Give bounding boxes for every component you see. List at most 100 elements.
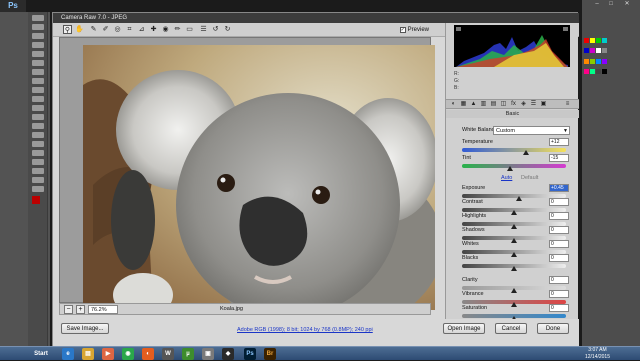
zoom-tool-icon[interactable]: ⚲ (63, 25, 72, 34)
tab-snapshots-icon[interactable]: ▣ (540, 101, 547, 108)
clarity-field[interactable]: 0 (549, 276, 569, 284)
whites-slider-thumb[interactable] (511, 252, 517, 257)
tool-hand-icon[interactable] (31, 177, 44, 183)
vibrance-slider-thumb[interactable] (511, 302, 517, 307)
clarity-slider-thumb[interactable] (511, 288, 517, 293)
utorrent-icon[interactable]: µ (182, 348, 194, 360)
tool-stamp-icon[interactable] (31, 87, 44, 93)
tab-camera-calibration-icon[interactable]: ◈ (520, 101, 527, 108)
image-preview-area[interactable] (59, 37, 435, 310)
whites-field[interactable]: 0 (549, 240, 569, 248)
tool-gradient-icon[interactable] (31, 114, 44, 120)
tool-pen-icon[interactable] (31, 141, 44, 147)
graduated-filter-icon[interactable]: ▭ (185, 25, 194, 34)
maximize-icon[interactable]: □ (606, 0, 616, 8)
done-button[interactable]: Done (537, 323, 569, 334)
foreground-color-swatch[interactable] (32, 196, 40, 204)
default-link[interactable]: Default (521, 175, 538, 181)
white-balance-select[interactable]: Custom ▼ (493, 126, 570, 135)
tool-brush-icon[interactable] (31, 78, 44, 84)
open-image-button[interactable]: Open Image (443, 323, 485, 334)
tool-history-brush-icon[interactable] (31, 96, 44, 102)
panel-menu-icon[interactable]: ≡ (564, 101, 571, 108)
tint-slider[interactable] (462, 164, 566, 168)
tool-path-select-icon[interactable] (31, 159, 44, 165)
photoshop-taskbar-icon[interactable]: Ps (244, 348, 256, 360)
tool-marquee-icon[interactable] (31, 24, 44, 30)
app-icon[interactable]: ◆ (222, 348, 234, 360)
tool-dodge-icon[interactable] (31, 132, 44, 138)
tint-slider-thumb[interactable] (506, 166, 513, 171)
highlights-slider-thumb[interactable] (511, 224, 517, 229)
auto-link[interactable]: Auto (501, 175, 512, 181)
straighten-tool-icon[interactable]: ⊿ (137, 25, 146, 34)
tab-split-toning-icon[interactable]: ▤ (490, 101, 497, 108)
tool-lasso-icon[interactable] (31, 33, 44, 39)
crop-tool-icon[interactable]: ⌗ (125, 25, 134, 34)
tool-blur-icon[interactable] (31, 123, 44, 129)
tool-heal-icon[interactable] (31, 69, 44, 75)
workflow-options-link[interactable]: Adobe RGB (1998); 8 bit; 1024 by 768 (0.… (237, 327, 373, 333)
blacks-slider-thumb[interactable] (511, 266, 517, 271)
rotate-left-icon[interactable]: ↺ (211, 25, 220, 34)
tab-detail-icon[interactable]: ▲ (470, 101, 477, 108)
contrast-field[interactable]: 0 (549, 198, 569, 206)
contrast-slider-thumb[interactable] (511, 210, 517, 215)
white-balance-tool-icon[interactable]: ✎ (89, 25, 98, 34)
save-image-button[interactable]: Save Image... (61, 323, 109, 334)
blacks-field[interactable]: 0 (549, 254, 569, 262)
preview-checkbox[interactable]: ✓ (399, 27, 406, 33)
tab-lens-icon[interactable]: ◫ (500, 101, 507, 108)
tab-tone-curve-icon[interactable]: ▦ (460, 101, 467, 108)
media-player-icon[interactable]: ▶ (102, 348, 114, 360)
tab-hsl-icon[interactable]: ▥ (480, 101, 487, 108)
tool-move-icon[interactable] (31, 15, 44, 21)
tool-eyedropper-icon[interactable] (31, 60, 44, 66)
exposure-slider-thumb[interactable] (516, 196, 523, 201)
color-sampler-icon[interactable]: ✐ (101, 25, 110, 34)
system-clock[interactable]: 3:07 AM 12/14/2015 (585, 347, 610, 361)
cancel-button[interactable]: Cancel (495, 323, 527, 334)
tool-quick-select-icon[interactable] (31, 42, 44, 48)
highlights-field[interactable]: 0 (549, 212, 569, 220)
zoom-out-button[interactable]: − (64, 305, 73, 314)
tint-field[interactable]: -15 (549, 154, 569, 162)
ie-icon[interactable]: e (62, 348, 74, 360)
vibrance-field[interactable]: 0 (549, 290, 569, 298)
close-icon[interactable]: ✕ (622, 0, 632, 8)
temperature-slider-thumb[interactable] (523, 150, 530, 155)
preferences-icon[interactable]: ☰ (199, 25, 208, 34)
bridge-taskbar-icon[interactable]: Br (264, 348, 276, 360)
tool-shape-icon[interactable] (31, 168, 44, 174)
spot-removal-icon[interactable]: ✚ (149, 25, 158, 34)
rotate-right-icon[interactable]: ↻ (223, 25, 232, 34)
start-button[interactable]: Start (26, 348, 56, 360)
temperature-slider[interactable] (462, 148, 566, 152)
shadows-field[interactable]: 0 (549, 226, 569, 234)
minimize-icon[interactable]: – (592, 0, 602, 8)
tab-effects-icon[interactable]: fx (510, 101, 517, 108)
preview-toggle[interactable]: ✓ Preview (399, 25, 429, 35)
tool-crop-icon[interactable] (31, 51, 44, 57)
zoom-in-button[interactable]: + (76, 305, 85, 314)
tab-presets-icon[interactable]: ☰ (530, 101, 537, 108)
chrome-icon[interactable]: ◉ (122, 348, 134, 360)
shadows-slider-thumb[interactable] (511, 238, 517, 243)
adjustment-brush-icon[interactable]: ✏ (173, 25, 182, 34)
firefox-icon[interactable]: ◐ (142, 348, 154, 360)
temperature-field[interactable]: +12 (549, 138, 569, 146)
tool-eraser-icon[interactable] (31, 105, 44, 111)
hand-tool-icon[interactable]: ✋ (75, 25, 84, 34)
explorer-icon[interactable]: ▤ (82, 348, 94, 360)
rgb-readout: R: G: B: (454, 71, 459, 92)
network-icon[interactable]: ▣ (202, 348, 214, 360)
red-eye-icon[interactable]: ◉ (161, 25, 170, 34)
word-icon[interactable]: W (162, 348, 174, 360)
tool-zoom-icon[interactable] (31, 186, 44, 192)
saturation-field[interactable]: 0 (549, 304, 569, 312)
tab-basic-icon[interactable]: ◐ (450, 101, 457, 108)
exposure-field[interactable]: +0.45 (549, 184, 569, 192)
tool-type-icon[interactable] (31, 150, 44, 156)
zoom-level-select[interactable]: 76.2% (88, 305, 118, 314)
targeted-adjustment-icon[interactable]: ◎ (113, 25, 122, 34)
